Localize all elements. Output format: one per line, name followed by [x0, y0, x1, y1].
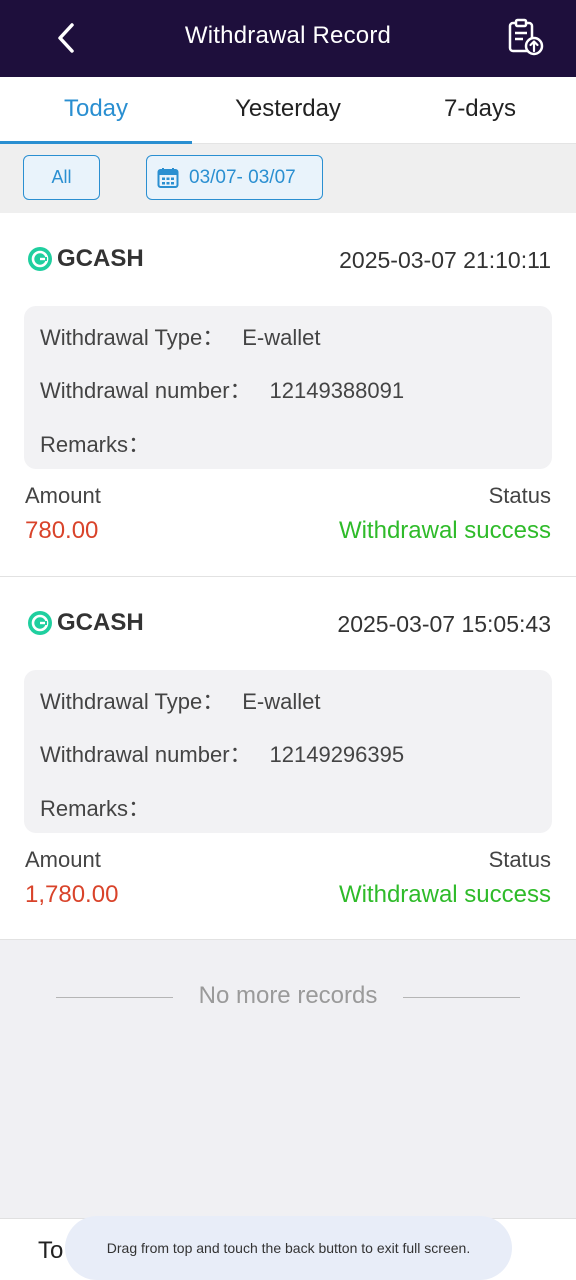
tab-yesterday[interactable]: Yesterday — [192, 77, 384, 143]
divider-right — [403, 997, 520, 998]
record-details: Withdrawal Type： E-wallet Withdrawal numb… — [24, 306, 552, 469]
date-range-label: 03/07- 03/07 — [189, 166, 296, 188]
record-time: 2025-03-07 15:05:43 — [337, 611, 551, 637]
amount-label: Amount — [25, 483, 101, 508]
status-label: Status — [488, 483, 551, 508]
record-card: GCASH 2025-03-07 15:05:43 Withdrawal Typ… — [0, 577, 576, 940]
filter-bar: All 03/07- 03/07 — [0, 144, 576, 213]
app-header: Withdrawal Record — [0, 0, 576, 77]
record-time: 2025-03-07 21:10:11 — [339, 247, 551, 273]
no-more-records: No more records — [0, 982, 576, 1010]
filter-all-button[interactable]: All — [23, 155, 100, 200]
withdrawal-type-value: E-wallet — [242, 689, 321, 714]
status-value: Withdrawal success — [338, 881, 551, 908]
page-title: Withdrawal Record — [184, 22, 392, 49]
gcash-logo-icon — [28, 247, 52, 271]
withdrawal-type-row: Withdrawal Type： E-wallet — [40, 684, 320, 716]
withdrawal-number-value: 12149296395 — [269, 742, 405, 767]
date-range-button[interactable]: 03/07- 03/07 — [146, 155, 323, 200]
remarks-row: Remarks： — [40, 427, 168, 459]
no-more-records-text: No more records — [198, 982, 378, 1009]
gcash-logo-icon — [28, 611, 52, 635]
tab-today[interactable]: Today — [0, 77, 192, 144]
payment-brand: GCASH — [27, 245, 144, 273]
calendar-icon — [157, 167, 179, 188]
amount-label: Amount — [25, 847, 101, 872]
brand-name: GCASH — [57, 609, 144, 636]
date-tabs: Today Yesterday 7-days — [0, 77, 576, 144]
amount-value: 1,780.00 — [25, 881, 119, 908]
tab-7-days[interactable]: 7-days — [384, 77, 576, 143]
withdrawal-type-row: Withdrawal Type： E-wallet — [40, 320, 320, 352]
remarks-row: Remarks： — [40, 791, 168, 823]
remarks-label: Remarks： — [40, 796, 151, 821]
record-details: Withdrawal Type： E-wallet Withdrawal numb… — [24, 670, 552, 833]
withdrawal-number-value: 12149388091 — [269, 378, 405, 403]
status-label: Status — [488, 847, 551, 872]
status-value: Withdrawal success — [338, 517, 551, 544]
withdrawal-number-row: Withdrawal number： 12149296395 — [40, 737, 404, 769]
withdrawal-number-label: Withdrawal number： — [40, 378, 252, 403]
fullscreen-toast: Drag from top and touch the back button … — [65, 1216, 512, 1280]
bottom-bar-label[interactable]: To — [38, 1237, 63, 1265]
payment-brand: GCASH — [27, 609, 144, 637]
clipboard-upload-icon — [508, 18, 544, 56]
amount-value: 780.00 — [25, 517, 99, 544]
withdrawal-number-row: Withdrawal number： 12149388091 — [40, 373, 404, 405]
withdrawal-type-label: Withdrawal Type： — [40, 325, 225, 350]
divider-left — [56, 997, 173, 998]
withdrawal-type-label: Withdrawal Type： — [40, 689, 225, 714]
export-record-button[interactable] — [505, 17, 545, 57]
remarks-label: Remarks： — [40, 432, 151, 457]
withdrawal-type-value: E-wallet — [242, 325, 321, 350]
brand-name: GCASH — [57, 245, 144, 272]
record-card: GCASH 2025-03-07 21:10:11 Withdrawal Typ… — [0, 213, 576, 577]
withdrawal-number-label: Withdrawal number： — [40, 742, 252, 767]
